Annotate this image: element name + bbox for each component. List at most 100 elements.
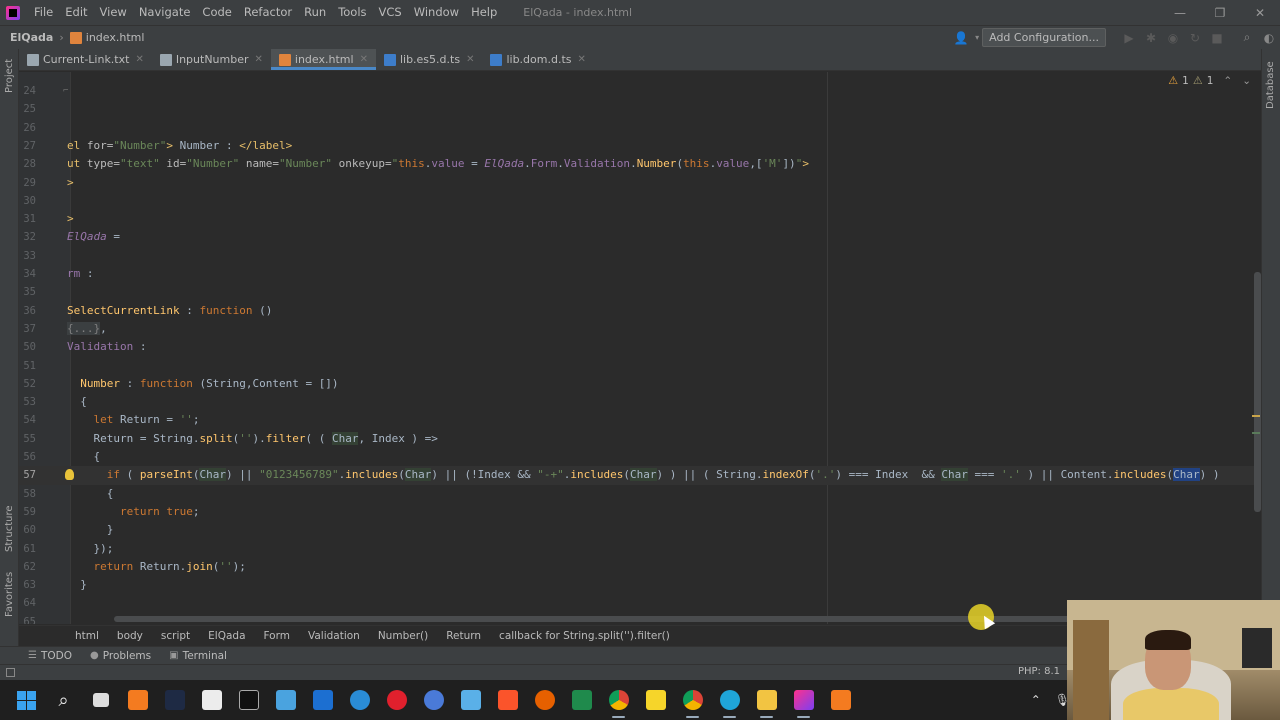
menu-edit[interactable]: Edit — [59, 0, 93, 25]
close-tab-icon[interactable]: ✕ — [135, 54, 143, 65]
edge-legacy-icon[interactable] — [341, 680, 378, 720]
chevron-down-icon[interactable]: ▾ — [972, 33, 982, 42]
breadcrumb-item[interactable]: Validation — [308, 630, 360, 642]
run-icon[interactable]: ▶ — [1118, 31, 1140, 45]
sticky-notes-icon[interactable] — [637, 680, 674, 720]
debug-icon[interactable]: ✱ — [1140, 31, 1162, 45]
error-stripe-marker[interactable] — [1252, 415, 1260, 417]
breadcrumb-item[interactable]: html — [75, 630, 99, 642]
vertical-scrollbar[interactable] — [1254, 272, 1261, 512]
profile-icon[interactable]: ↻ — [1184, 31, 1206, 45]
error-stripe-marker[interactable] — [1252, 432, 1260, 434]
menu-vcs[interactable]: VCS — [373, 0, 408, 25]
tab-lib-dom[interactable]: lib.dom.d.ts ✕ — [482, 49, 593, 70]
stop-icon[interactable]: ■ — [1206, 31, 1228, 45]
database-tool-button[interactable]: Database — [1265, 61, 1276, 109]
structure-tool-button[interactable]: Structure — [4, 505, 15, 552]
breadcrumb-item[interactable]: script — [161, 630, 190, 642]
search-icon[interactable]: ⌕ — [1236, 30, 1258, 45]
menu-tools[interactable]: Tools — [332, 0, 372, 25]
menu-help[interactable]: Help — [465, 0, 503, 25]
code-line: 36 SelectCurrentLink : function () — [19, 302, 1261, 320]
menu-file[interactable]: File — [28, 0, 59, 25]
task-view-icon[interactable] — [82, 680, 119, 720]
breadcrumb-item[interactable]: Number() — [378, 630, 428, 642]
opera-icon[interactable] — [378, 680, 415, 720]
line-number: 34 — [23, 268, 36, 280]
menu-view[interactable]: View — [94, 0, 133, 25]
nav-project[interactable]: ElQada — [10, 31, 53, 44]
coverage-icon[interactable]: ◉ — [1162, 31, 1184, 45]
restore-icon[interactable]: ❐ — [1200, 0, 1240, 25]
xampp-icon[interactable] — [119, 680, 156, 720]
tab-index-html[interactable]: index.html ✕ — [270, 49, 377, 70]
close-tab-icon[interactable]: ✕ — [255, 54, 263, 65]
menu-refactor[interactable]: Refactor — [238, 0, 298, 25]
breadcrumb-item[interactable]: Return — [446, 630, 481, 642]
terminal-app-icon[interactable] — [230, 680, 267, 720]
problems-tool-button[interactable]: ● Problems — [90, 650, 151, 662]
line-number: 51 — [23, 359, 36, 372]
code-editor[interactable]: ⚠ 1 ⚠ 1 ⌃ ⌄ 24 ⌐ 25 26 27 el for="Number">… — [19, 72, 1261, 624]
excel-icon[interactable] — [563, 680, 600, 720]
tab-lib-es5[interactable]: lib.es5.d.ts ✕ — [376, 49, 483, 70]
horizontal-scrollbar[interactable] — [114, 616, 1114, 622]
breadcrumb-item[interactable]: ElQada — [208, 630, 245, 642]
fold-icon[interactable]: ⌐ — [63, 82, 68, 100]
chrome-icon[interactable] — [674, 680, 711, 720]
app-circle-icon[interactable] — [415, 680, 452, 720]
notepad-icon[interactable] — [452, 680, 489, 720]
windows-start-icon[interactable] — [8, 680, 45, 720]
photos-icon[interactable] — [267, 680, 304, 720]
settings-icon[interactable]: ◐ — [1258, 31, 1280, 45]
close-tab-icon[interactable]: ✕ — [578, 54, 586, 65]
brave-icon[interactable] — [489, 680, 526, 720]
edge-icon[interactable] — [711, 680, 748, 720]
store-icon[interactable] — [193, 680, 230, 720]
breadcrumb-item[interactable]: callback for String.split('').filter() — [499, 630, 670, 642]
line-number: 56 — [23, 451, 36, 463]
close-tab-icon[interactable]: ✕ — [466, 54, 474, 65]
file-explorer-icon[interactable] — [748, 680, 785, 720]
app-orange-icon[interactable] — [822, 680, 859, 720]
line-number: 61 — [23, 542, 36, 555]
menu-navigate[interactable]: Navigate — [133, 0, 197, 25]
breadcrumb-item[interactable]: body — [117, 630, 143, 642]
close-tab-icon[interactable]: ✕ — [360, 54, 368, 65]
line-number: 53 — [23, 396, 36, 409]
terminal-tool-button[interactable]: ▣ Terminal — [169, 650, 227, 662]
nav-toolbar: 👤 ▾ Add Configuration... ▶ ✱ ◉ ↻ ■ ⌕ ◐ — [950, 26, 1280, 49]
webcam-door — [1073, 620, 1109, 720]
code-line: 27 el for="Number"> Number : </label> — [19, 137, 1261, 155]
line-number: 60 — [23, 524, 36, 537]
tray-expand-icon[interactable]: ⌃ — [1031, 693, 1041, 707]
breadcrumb-item[interactable]: Form — [264, 630, 290, 642]
tab-current-link[interactable]: Current-Link.txt ✕ — [19, 49, 152, 70]
menu-window[interactable]: Window — [408, 0, 465, 25]
close-icon[interactable]: ✕ — [1240, 0, 1280, 25]
nav-file[interactable]: index.html — [69, 31, 144, 44]
menu-code[interactable]: Code — [196, 0, 237, 25]
terminal-icon: ▣ — [169, 650, 179, 661]
menu-run[interactable]: Run — [298, 0, 332, 25]
favorites-tool-button[interactable]: Favorites — [4, 572, 15, 617]
mail-icon[interactable] — [304, 680, 341, 720]
line-number: 57 — [23, 469, 36, 482]
firefox-icon[interactable] — [526, 680, 563, 720]
add-configuration-button[interactable]: Add Configuration... — [982, 28, 1106, 47]
search-icon[interactable]: ⌕ — [45, 680, 82, 720]
layout-toggle-icon[interactable] — [6, 668, 15, 677]
chrome-profile-icon[interactable] — [600, 680, 637, 720]
app-icon[interactable] — [156, 680, 193, 720]
code-line: 30 — [19, 192, 1261, 210]
phpstorm-taskbar-icon[interactable] — [785, 680, 822, 720]
tab-input-number[interactable]: InputNumber ✕ — [152, 49, 271, 70]
minimize-icon[interactable]: — — [1160, 0, 1200, 25]
project-tool-button[interactable]: Project — [4, 59, 15, 93]
code-line: 55 Return = String.split('').filter( ( C… — [19, 430, 1261, 448]
ide-window: File Edit View Navigate Code Refactor Ru… — [0, 0, 1280, 720]
php-language-level[interactable]: PHP: 8.1 — [1018, 666, 1060, 677]
todo-tool-button[interactable]: ☰ TODO — [28, 650, 72, 662]
code-line: 24 ⌐ — [19, 82, 1261, 100]
user-icon[interactable]: 👤 — [950, 31, 972, 45]
